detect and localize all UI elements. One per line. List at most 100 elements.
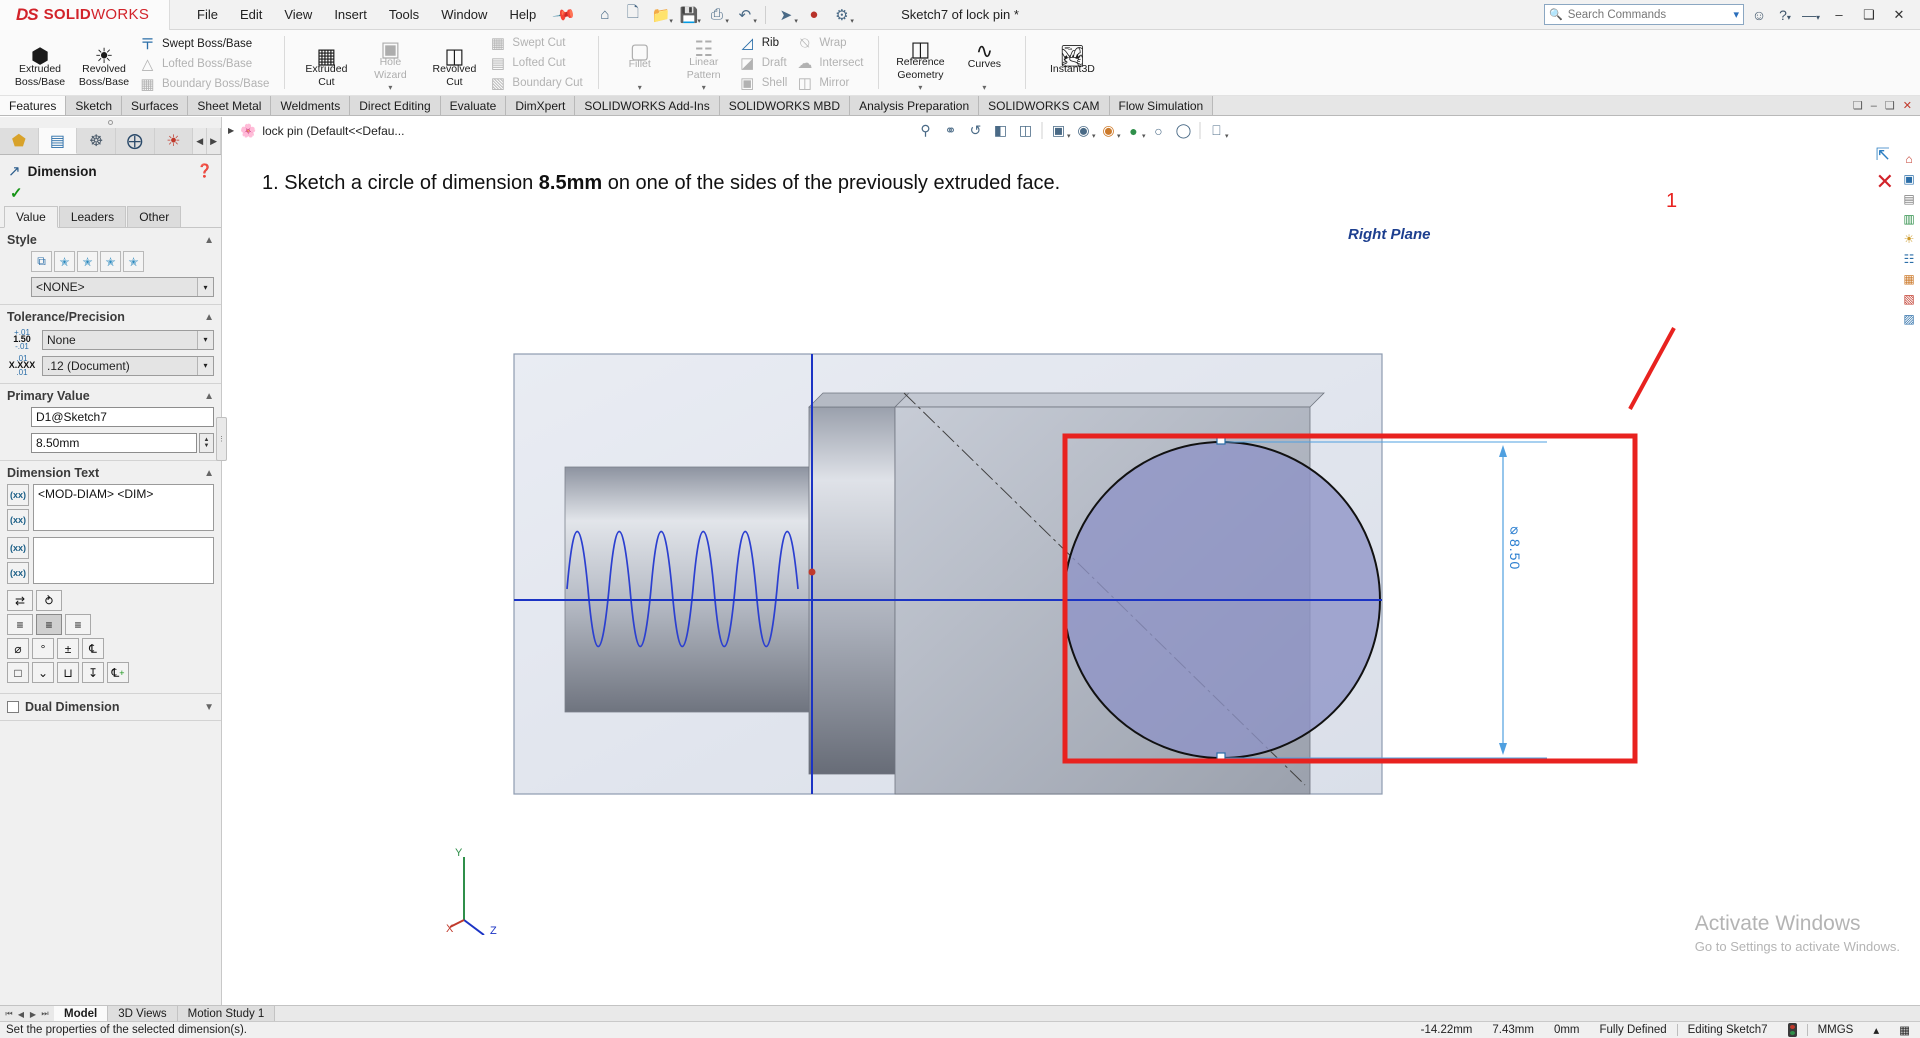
dimension-value-field[interactable]: 8.50mm bbox=[31, 433, 197, 453]
file-explorer-icon[interactable]: ▧ bbox=[1899, 289, 1919, 308]
zoom-to-area-icon[interactable]: ⚭ bbox=[939, 119, 963, 142]
tab-sketch[interactable]: Sketch bbox=[66, 96, 123, 115]
view-orientation-icon[interactable]: ◫ bbox=[1014, 119, 1038, 142]
menu-insert[interactable]: Insert bbox=[323, 3, 378, 26]
boundary-boss-base-button[interactable]: ▦ Boundary Boss/Base bbox=[136, 74, 275, 94]
section-view-icon[interactable]: ◧ bbox=[989, 119, 1013, 142]
delete-style-button[interactable]: ✭ bbox=[77, 251, 98, 272]
menu-window[interactable]: Window bbox=[430, 3, 498, 26]
tab-analysis-preparation[interactable]: Analysis Preparation bbox=[850, 96, 980, 115]
help-icon[interactable]: ?▾ bbox=[1774, 7, 1796, 23]
style-select[interactable]: <NONE> ▾ bbox=[31, 277, 214, 297]
tab-other[interactable]: Other bbox=[127, 206, 182, 227]
maximize-window-icon[interactable]: ❑ bbox=[1885, 99, 1895, 112]
diameter-symbol-button[interactable]: ⌀ bbox=[7, 638, 29, 659]
prev-tab-icon[interactable]: ◀ bbox=[15, 1010, 27, 1019]
restore-panel-icon[interactable]: ❑ bbox=[1853, 99, 1863, 112]
scroll-tabs-left-icon[interactable]: ◀ bbox=[193, 128, 208, 154]
tab-solidworks-cam[interactable]: SOLIDWORKS CAM bbox=[979, 96, 1110, 115]
swept-boss-base-button[interactable]: 〒 Swept Boss/Base bbox=[136, 33, 275, 54]
flyout-feature-tree[interactable]: ▶ 🌸 lock pin (Default<<Defau... bbox=[228, 123, 404, 139]
align-right-button[interactable]: ≡ bbox=[65, 614, 91, 635]
chevron-down-icon[interactable]: ▼ bbox=[204, 702, 214, 713]
tab-flow-simulation[interactable]: Flow Simulation bbox=[1109, 96, 1214, 115]
menu-file[interactable]: File bbox=[186, 3, 229, 26]
cancel-sketch-icon[interactable]: ✕ bbox=[1876, 169, 1894, 195]
new-document-icon[interactable]: 🗋 bbox=[620, 3, 646, 27]
add-style-button[interactable]: ✭ bbox=[54, 251, 75, 272]
revolved-boss-base-button[interactable]: ☀ Revolved Boss/Base bbox=[72, 32, 136, 93]
help-icon[interactable]: ❓ bbox=[197, 163, 213, 179]
add-symbol-before-button[interactable]: (xx) bbox=[7, 484, 29, 506]
expand-icon[interactable]: —▾ bbox=[1800, 7, 1822, 23]
bottom-tab-3d-views[interactable]: 3D Views bbox=[108, 1006, 178, 1022]
hole-wizard-button[interactable]: ▣ Hole Wizard ▾ bbox=[358, 32, 422, 93]
dimension-text-input-2[interactable] bbox=[33, 537, 214, 584]
view-settings-icon[interactable]: ○ bbox=[1147, 119, 1171, 142]
model-viewport[interactable] bbox=[222, 145, 1920, 935]
degree-symbol-button[interactable]: ° bbox=[32, 638, 54, 659]
tab-weldments[interactable]: Weldments bbox=[271, 96, 351, 115]
undo-icon[interactable]: ↶ ▾ bbox=[732, 3, 758, 27]
scenes-icon[interactable]: ▤ bbox=[1899, 189, 1919, 208]
lofted-cut-button[interactable]: ▤ Lofted Cut bbox=[486, 53, 588, 73]
tab-evaluate[interactable]: Evaluate bbox=[440, 96, 507, 115]
view-home-icon[interactable]: ⌂ bbox=[1899, 149, 1919, 168]
align-center-button[interactable]: ≡ bbox=[36, 614, 62, 635]
apply-default-style-button[interactable]: ⧉ bbox=[31, 251, 52, 272]
status-units[interactable]: MMGS bbox=[1808, 1024, 1864, 1036]
dual-dimension-section[interactable]: Dual Dimension ▼ bbox=[0, 694, 221, 721]
dimension-name-field[interactable]: D1@Sketch7 bbox=[31, 407, 214, 427]
more-symbols-button[interactable]: ⇄ bbox=[7, 590, 33, 611]
hide-show-items-icon[interactable]: ◉ ▾ bbox=[1072, 119, 1095, 142]
swept-cut-button[interactable]: ▦ Swept Cut bbox=[486, 33, 588, 53]
tolerance-type-select[interactable]: None ▾ bbox=[42, 329, 214, 350]
minimize-window-icon[interactable]: – bbox=[1871, 100, 1877, 112]
counterbore-symbol-button[interactable]: ⊔ bbox=[57, 662, 79, 683]
expand-arrow-icon[interactable]: ▶ bbox=[228, 126, 234, 135]
add-symbol-after-button[interactable]: (xx) bbox=[7, 509, 29, 531]
rib-button[interactable]: ◿ Rib bbox=[736, 33, 794, 53]
intersect-button[interactable]: ☁ Intersect bbox=[793, 53, 869, 73]
align-left-button[interactable]: ≡ bbox=[7, 614, 33, 635]
viewport-icon[interactable]: ◯ bbox=[1172, 119, 1196, 142]
feature-manager-tab[interactable]: ⬟ bbox=[0, 128, 39, 154]
apply-scene-icon[interactable]: ● ▾ bbox=[1122, 119, 1145, 142]
chevron-up-icon[interactable]: ▲ bbox=[204, 391, 214, 402]
home-icon[interactable]: ⌂ bbox=[592, 3, 618, 27]
tab-leaders[interactable]: Leaders bbox=[58, 206, 127, 227]
dimxpert-manager-tab[interactable]: ⨁ bbox=[115, 128, 155, 154]
boundary-cut-button[interactable]: ▧ Boundary Cut bbox=[486, 73, 588, 93]
menu-view[interactable]: View bbox=[273, 3, 323, 26]
sketch-status-traffic-icon[interactable] bbox=[1778, 1023, 1807, 1037]
first-tab-icon[interactable]: ⏮ bbox=[3, 1009, 15, 1019]
restore-button[interactable]: ❑ bbox=[1856, 7, 1882, 23]
tab-dimxpert[interactable]: DimXpert bbox=[506, 96, 576, 115]
panel-collapse-handle[interactable] bbox=[0, 117, 221, 128]
units-chevron-up-icon[interactable]: ▴ bbox=[1863, 1023, 1889, 1037]
previous-view-icon[interactable]: ↺ bbox=[964, 119, 988, 142]
view-palette-icon[interactable]: ▨ bbox=[1899, 309, 1919, 328]
minimize-button[interactable]: – bbox=[1826, 7, 1852, 22]
custom-property-icon[interactable]: ☷ bbox=[1899, 249, 1919, 268]
chevron-up-icon[interactable]: ▲ bbox=[204, 312, 214, 323]
add-symbol-before-button-2[interactable]: (xx) bbox=[7, 537, 29, 559]
extruded-cut-button[interactable]: ▦ Extruded Cut bbox=[294, 32, 358, 93]
next-tab-icon[interactable]: ▶ bbox=[27, 1010, 39, 1019]
search-input[interactable]: Search Commands bbox=[1568, 9, 1666, 21]
appearances-icon[interactable]: ▣ bbox=[1899, 169, 1919, 188]
value-stepper[interactable]: ▲ ▼ bbox=[199, 433, 214, 453]
extruded-boss-base-button[interactable]: ⬢ Extruded Boss/Base bbox=[8, 32, 72, 93]
chevron-down-icon[interactable]: ▾ bbox=[918, 82, 922, 93]
chevron-down-icon[interactable]: ▾ bbox=[197, 356, 213, 375]
load-style-button[interactable]: ✭ bbox=[123, 251, 144, 272]
accept-checkmark-icon[interactable]: ✓ bbox=[0, 182, 221, 206]
precision-select[interactable]: .12 (Document) ▾ bbox=[42, 355, 214, 376]
design-library-icon[interactable]: ▦ bbox=[1899, 269, 1919, 288]
mirror-button[interactable]: ◫ Mirror bbox=[793, 73, 869, 93]
search-chevron-down-icon[interactable]: ▾ bbox=[1733, 8, 1739, 21]
tab-value[interactable]: Value bbox=[4, 206, 58, 228]
add-symbol-plus-button[interactable]: ℄ + bbox=[107, 662, 129, 683]
chevron-down-icon[interactable]: ▾ bbox=[638, 82, 642, 93]
plus-minus-symbol-button[interactable]: ± bbox=[57, 638, 79, 659]
